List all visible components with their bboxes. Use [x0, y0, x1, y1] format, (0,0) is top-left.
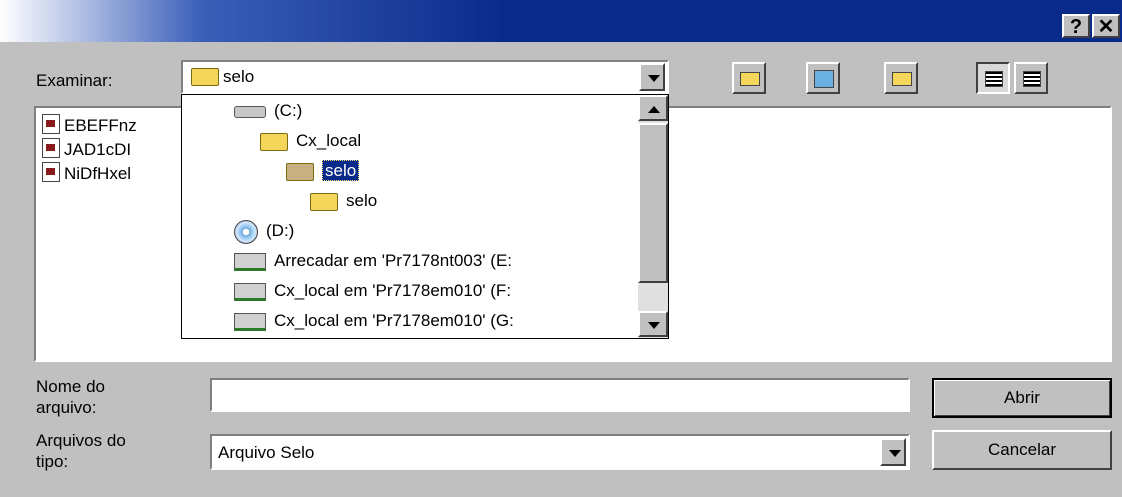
dropdown-item-label: Cx_local em 'Pr7178em010' (G: [274, 311, 514, 330]
dropdown-scrollbar[interactable] [638, 95, 668, 338]
drive-icon [234, 105, 266, 118]
filename-label-line1: Nome do [36, 377, 105, 396]
dropdown-item-cx-local[interactable]: Cx_local [260, 127, 361, 155]
filetype-dropdown-button[interactable] [880, 438, 906, 466]
filetype-label-line2: tipo: [36, 452, 69, 471]
look-in-combobox[interactable]: selo [181, 60, 669, 94]
dropdown-item-f-drive[interactable]: Cx_local em 'Pr7178em010' (F: [234, 277, 511, 305]
look-in-dropdown-list[interactable]: (C:) Cx_local selo selo (D:) Arrecadar e… [181, 94, 669, 339]
network-drive-icon [234, 282, 266, 301]
dropdown-item-label: Cx_local [296, 131, 362, 150]
file-open-dialog: ? ✕ Examinar: selo EBEFFnz JAD1cDI NiDfH… [0, 0, 1122, 497]
details-view-button[interactable] [1014, 62, 1048, 94]
cd-drive-icon [234, 219, 258, 244]
file-item[interactable]: NiDfHxel [42, 162, 131, 186]
look-in-label: Examinar: [36, 71, 113, 90]
open-folder-icon [310, 192, 338, 211]
list-view-button[interactable] [976, 62, 1010, 94]
desktop-button[interactable] [806, 62, 840, 94]
dropdown-item-label: selo [346, 191, 378, 210]
cancel-button[interactable]: Cancelar [932, 430, 1112, 470]
dropdown-item-g-drive[interactable]: Cx_local em 'Pr7178em010' (G: [234, 307, 514, 335]
help-button[interactable]: ? [1062, 14, 1090, 38]
open-button[interactable]: Abrir [932, 378, 1112, 418]
new-folder-icon [892, 72, 912, 86]
filetype-label: Arquivos do tipo: [36, 430, 126, 472]
file-name: JAD1cDI [64, 140, 132, 159]
open-folder-icon [191, 68, 219, 86]
scroll-down-button[interactable] [638, 311, 668, 337]
file-icon [42, 114, 60, 134]
dropdown-item-label: Arrecadar em 'Pr7178nt003' (E: [274, 251, 512, 270]
scroll-up-button[interactable] [638, 95, 668, 121]
dropdown-item-label: (C:) [274, 101, 303, 120]
dropdown-item-d-drive[interactable]: (D:) [234, 217, 294, 245]
dropdown-item-label: Cx_local em 'Pr7178em010' (F: [274, 281, 512, 300]
file-icon [42, 162, 60, 182]
dropdown-item-selo[interactable]: selo [310, 187, 377, 215]
dropdown-item-label: selo [322, 160, 360, 181]
file-name: NiDfHxel [64, 164, 132, 183]
dropdown-item-c-drive[interactable]: (C:) [234, 97, 302, 125]
file-name: EBEFFnz [64, 116, 137, 135]
filename-label: Nome do arquivo: [36, 376, 105, 418]
look-in-value: selo [223, 67, 255, 86]
title-bar: ? ✕ [0, 0, 1122, 42]
filename-input[interactable] [210, 378, 910, 412]
desktop-icon [814, 70, 834, 88]
folder-icon [260, 132, 288, 151]
file-item[interactable]: JAD1cDI [42, 138, 131, 162]
dropdown-item-selo-selected[interactable]: selo [286, 157, 360, 185]
new-folder-button[interactable] [884, 62, 918, 94]
details-view-icon [1023, 71, 1041, 87]
network-drive-icon [234, 312, 266, 331]
close-button[interactable]: ✕ [1092, 14, 1120, 38]
dropdown-item-e-drive[interactable]: Arrecadar em 'Pr7178nt003' (E: [234, 247, 512, 275]
filetype-select[interactable]: Arquivo Selo [210, 434, 910, 470]
filetype-value: Arquivo Selo [218, 443, 315, 462]
scroll-thumb[interactable] [638, 123, 668, 283]
list-view-icon [985, 71, 1003, 87]
up-folder-icon [740, 72, 760, 86]
file-icon [42, 138, 60, 158]
filename-label-line2: arquivo: [36, 398, 97, 417]
folder-icon [286, 162, 314, 181]
filetype-label-line1: Arquivos do [36, 431, 126, 450]
look-in-dropdown-button[interactable] [639, 63, 665, 91]
file-item[interactable]: EBEFFnz [42, 114, 137, 138]
network-drive-icon [234, 252, 266, 271]
dropdown-item-label: (D:) [266, 221, 295, 240]
up-one-level-button[interactable] [732, 62, 766, 94]
